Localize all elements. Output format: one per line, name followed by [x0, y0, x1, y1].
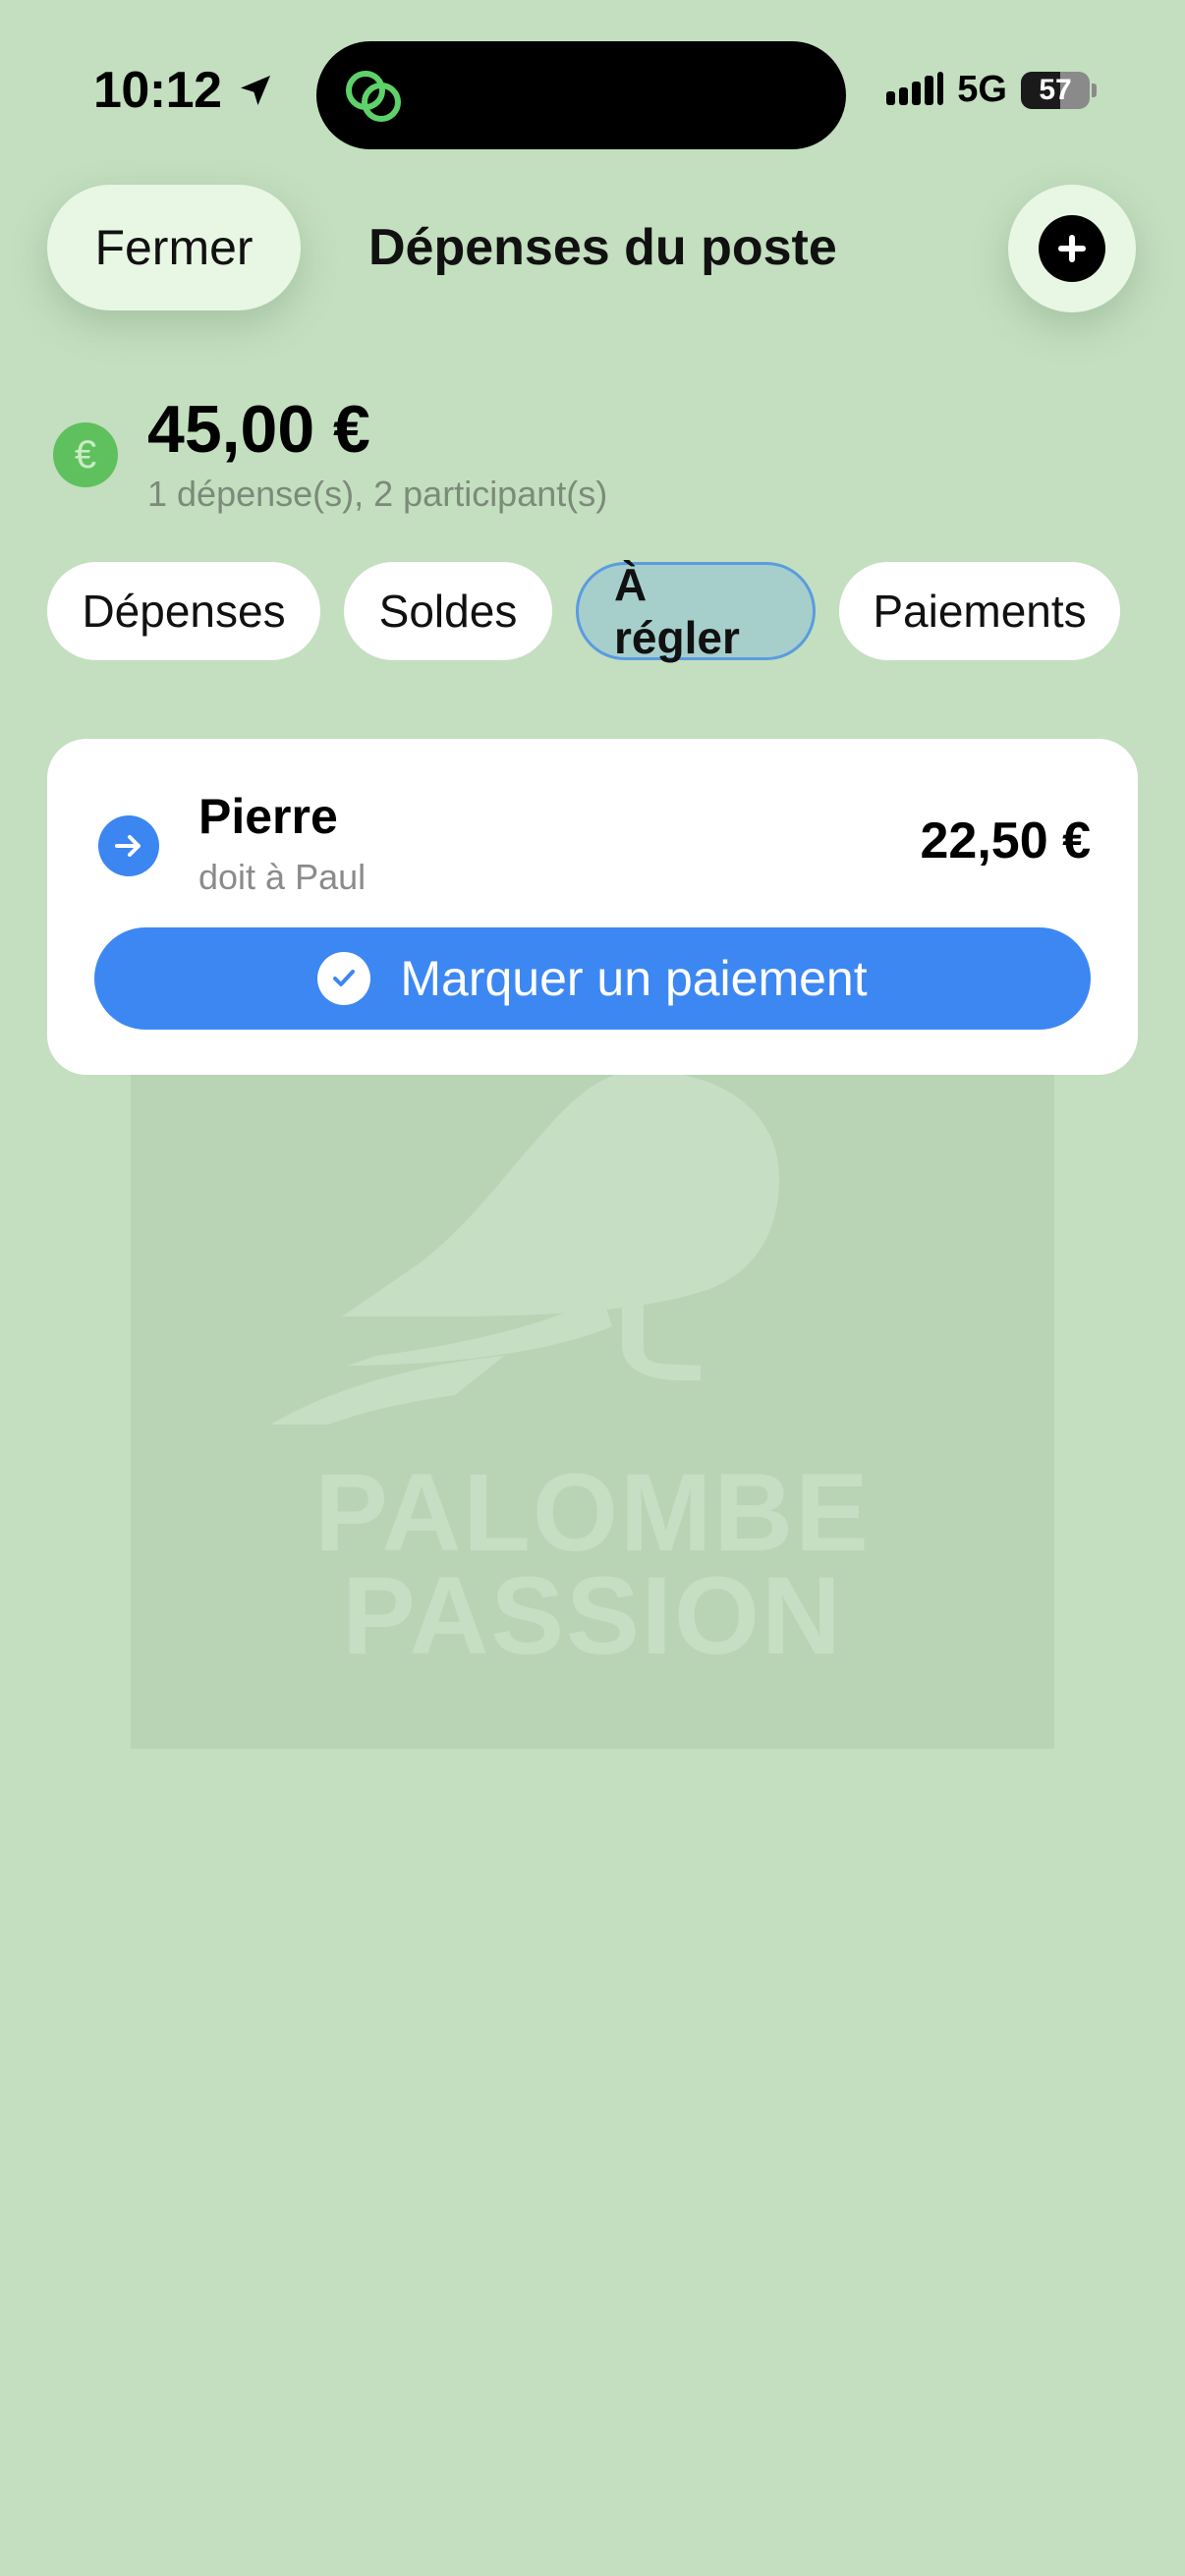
watermark-logo: PALOMBE PASSION [131, 1071, 1054, 1749]
battery-level: 57 [1039, 73, 1072, 106]
close-button[interactable]: Fermer [47, 185, 301, 310]
tab-depenses[interactable]: Dépenses [47, 562, 320, 660]
status-time: 10:12 [93, 61, 275, 120]
tab-bar: Dépenses Soldes À régler Paiements [47, 559, 1120, 663]
dynamic-island [316, 41, 846, 149]
arrow-right-icon [98, 815, 159, 876]
network-label: 5G [957, 69, 1007, 110]
app-link-icon [346, 71, 401, 122]
battery-icon: 57 [1021, 71, 1090, 109]
settlement-card: Pierre doit à Paul 22,50 € Marquer un pa… [47, 739, 1138, 1075]
debtor-name: Pierre [198, 789, 338, 844]
tab-soldes[interactable]: Soldes [344, 562, 552, 660]
location-arrow-icon [240, 76, 270, 105]
total-amount: 45,00 € [147, 392, 370, 467]
tab-paiements[interactable]: Paiements [839, 562, 1120, 660]
battery-cap [1092, 83, 1097, 97]
settlement-detail: doit à Paul [198, 857, 367, 897]
plus-icon [1039, 215, 1105, 282]
status-indicators: 5G 57 [886, 69, 1097, 111]
tab-a-regler[interactable]: À régler [576, 559, 816, 663]
page-title: Dépenses du poste [368, 219, 837, 276]
add-button[interactable] [1008, 185, 1136, 312]
mark-payment-button[interactable]: Marquer un paiement [94, 927, 1091, 1030]
settlement-amount: 22,50 € [920, 812, 1092, 869]
signal-icon [886, 71, 944, 105]
mark-payment-label: Marquer un paiement [400, 951, 868, 1006]
euro-icon: € [53, 422, 118, 487]
summary-subtitle: 1 dépense(s), 2 participant(s) [147, 474, 608, 514]
status-time-text: 10:12 [93, 62, 222, 119]
pigeon-icon [270, 1071, 779, 1425]
checkmark-icon [317, 952, 371, 1005]
watermark-line-2: PASSION [342, 1554, 843, 1677]
